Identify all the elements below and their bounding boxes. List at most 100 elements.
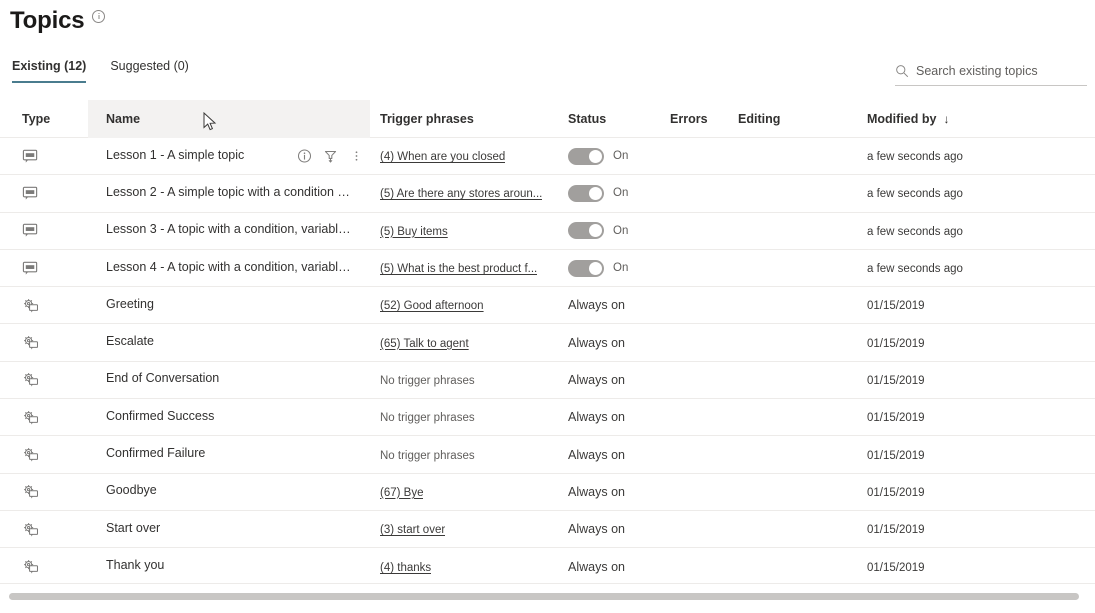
table-row[interactable]: Lesson 2 - A simple topic with a conditi… [0,175,1095,213]
topic-name[interactable]: End of Conversation [106,371,219,385]
cell-type [0,222,88,239]
topics-table: Type Name Trigger phrases Status Errors … [0,99,1095,586]
modified-by-value: 01/15/2019 [867,561,925,574]
cell-name[interactable]: Lesson 3 - A topic with a condition, var… [88,222,370,239]
table-row[interactable]: Greeting (52) Good afternoon Always on 01/1… [0,287,1095,325]
system-topic-icon [24,373,39,387]
table-row[interactable]: Confirmed Failure No trigger phrases Alway… [0,436,1095,474]
cell-trigger-phrases: No trigger phrases [370,410,558,424]
modified-by-value: 01/15/2019 [867,412,925,425]
trigger-phrases-link[interactable]: (3) start over [380,524,445,536]
column-header-modified-by[interactable]: Modified by ↓ [853,100,1075,138]
status-toggle[interactable] [568,222,604,240]
page-header: Topics [10,6,106,36]
status-toggle[interactable] [568,147,604,165]
modified-by-value: a few seconds ago [867,225,963,238]
cell-name[interactable]: Lesson 1 - A simple topic [88,148,370,165]
cell-type [0,521,88,538]
search-box[interactable] [895,58,1087,86]
cell-type [0,334,88,351]
status-label: On [613,262,629,275]
cell-trigger-phrases: (52) Good afternoon [370,298,558,312]
status-toggle-cell: On [568,184,660,202]
trigger-phrases-link[interactable]: (4) When are you closed [380,151,505,163]
topic-name[interactable]: Lesson 2 - A simple topic with a conditi… [106,185,356,199]
status-label: On [613,187,629,200]
cell-trigger-phrases: (4) thanks [370,560,558,574]
cell-type [0,483,88,500]
funnel-icon[interactable] [323,149,338,164]
table-row[interactable]: Confirmed Success No trigger phrases Alway… [0,399,1095,437]
column-header-type[interactable]: Type [0,100,88,138]
trigger-phrases-link[interactable]: (52) Good afternoon [380,300,484,312]
tab-suggested[interactable]: Suggested (0) [98,58,201,83]
status-toggle[interactable] [568,259,604,277]
topic-name[interactable]: Lesson 4 - A topic with a condition, var… [106,260,356,274]
cell-modified-by: 01/15/2019 [853,485,1075,499]
cell-status: Always on [558,522,660,536]
column-header-trigger-phrases[interactable]: Trigger phrases [370,100,558,138]
status-toggle[interactable] [568,184,604,202]
topic-name[interactable]: Goodbye [106,483,157,497]
cell-name[interactable]: Start over [88,521,370,538]
cell-name[interactable]: Escalate [88,334,370,351]
modified-by-value: 01/15/2019 [867,449,925,462]
cell-name[interactable]: Lesson 2 - A simple topic with a conditi… [88,185,370,202]
trigger-phrases-link[interactable]: (5) Are there any stores aroun... [380,188,542,200]
cell-modified-by: a few seconds ago [853,224,1075,238]
info-icon[interactable] [297,149,312,164]
cell-modified-by: 01/15/2019 [853,336,1075,350]
column-header-name[interactable]: Name [88,99,370,138]
cell-name[interactable]: Goodbye [88,483,370,500]
topic-name[interactable]: Confirmed Failure [106,446,205,460]
trigger-phrases-link[interactable]: (5) What is the best product f... [380,263,537,275]
tab-existing[interactable]: Existing (12) [0,58,98,83]
trigger-phrases-link[interactable]: (5) Buy items [380,226,448,238]
column-header-errors[interactable]: Errors [660,100,728,138]
trigger-phrases-link[interactable]: (65) Talk to agent [380,338,469,350]
table-row[interactable]: Start over (3) start over Always on 01/15/2… [0,511,1095,549]
toggle-knob [589,261,602,275]
cell-name[interactable]: Confirmed Failure [88,446,370,463]
cell-name[interactable]: Thank you [88,558,370,575]
no-trigger-phrases-label: No trigger phrases [380,412,475,425]
topic-name[interactable]: Start over [106,521,160,535]
speech-bubble-icon [22,261,38,275]
topic-name[interactable]: Thank you [106,558,164,572]
modified-by-value: 01/15/2019 [867,524,925,537]
cell-name[interactable]: Lesson 4 - A topic with a condition, var… [88,260,370,277]
topic-name[interactable]: Escalate [106,334,154,348]
table-row[interactable]: Lesson 1 - A simple topic (4) When are yo… [0,138,1095,176]
system-topic-icon [24,336,39,350]
topic-name[interactable]: Lesson 3 - A topic with a condition, var… [106,222,356,236]
cell-name[interactable]: Confirmed Success [88,409,370,426]
trigger-phrases-link[interactable]: (67) Bye [380,487,423,499]
status-toggle-cell: On [568,259,660,277]
cell-status: On [558,184,660,202]
column-header-status[interactable]: Status [558,100,660,138]
table-row[interactable]: Thank you (4) thanks Always on 01/15/2019 [0,548,1095,585]
table-row[interactable]: End of Conversation No trigger phrases Alw… [0,362,1095,400]
toggle-knob [589,224,602,238]
topic-name[interactable]: Confirmed Success [106,409,214,423]
horizontal-scrollbar-thumb[interactable] [9,593,1079,600]
more-options-icon[interactable] [349,149,364,164]
cell-status: On [558,222,660,240]
info-circle-icon[interactable] [92,9,106,23]
cell-status: On [558,259,660,277]
table-row[interactable]: Lesson 3 - A topic with a condition, var… [0,213,1095,250]
table-row[interactable]: Lesson 4 - A topic with a condition, var… [0,250,1095,288]
topic-name[interactable]: Lesson 1 - A simple topic [106,148,244,162]
cell-modified-by: 01/15/2019 [853,560,1075,574]
speech-bubble-icon [22,224,38,237]
trigger-phrases-link[interactable]: (4) thanks [380,562,431,574]
system-topic-icon [24,448,39,462]
table-row[interactable]: Escalate (65) Talk to agent Always on 01/15… [0,324,1095,362]
status-always-on-label: Always on [568,484,625,499]
cell-name[interactable]: Greeting [88,297,370,314]
column-header-editing[interactable]: Editing [728,100,853,138]
search-input[interactable] [916,63,1087,78]
table-row[interactable]: Goodbye (67) Bye Always on 01/15/2019 [0,474,1095,511]
cell-name[interactable]: End of Conversation [88,371,370,388]
topic-name[interactable]: Greeting [106,297,154,311]
